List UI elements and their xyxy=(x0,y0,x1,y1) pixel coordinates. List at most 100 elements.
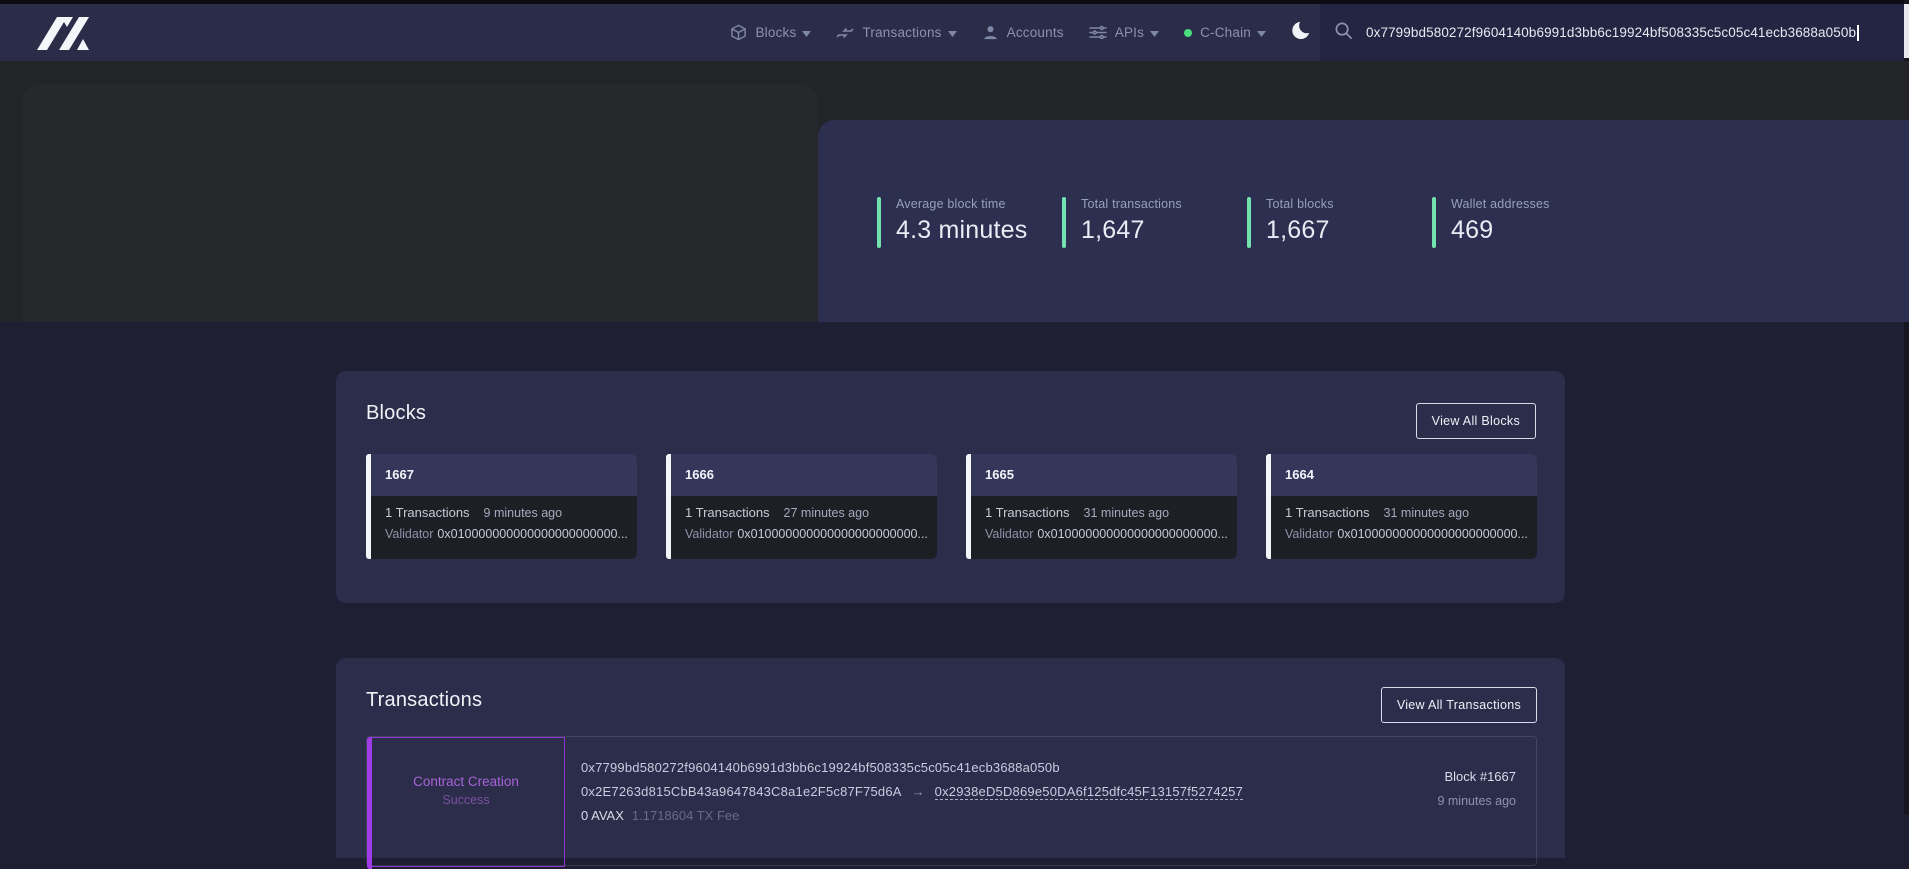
text-cursor xyxy=(1857,25,1859,41)
block-tx-count: 1 Transactions xyxy=(985,505,1070,520)
block-card-body: 1 Transactions 9 minutes ago Validator 0x0… xyxy=(366,496,637,559)
chevron-down-icon xyxy=(1150,31,1159,37)
transaction-hash-link[interactable]: 0x7799bd580272f9604140b6991d3bb6c19924bf… xyxy=(581,756,1243,780)
block-number-link[interactable]: 1666 xyxy=(666,454,937,496)
block-number-link[interactable]: 1664 xyxy=(1266,454,1537,496)
stat-accent-bar xyxy=(1432,197,1436,248)
nav-item-accounts[interactable]: Accounts xyxy=(982,24,1064,41)
chevron-down-icon xyxy=(1257,31,1266,37)
view-all-blocks-button[interactable]: View All Blocks xyxy=(1416,403,1536,439)
stat-item: Wallet addresses 469 xyxy=(1432,197,1617,248)
cube-icon xyxy=(730,24,747,41)
nav-menu: Blocks Transactions xyxy=(730,4,1312,61)
transaction-block-link[interactable]: Block #1667 xyxy=(1437,769,1516,784)
stat-label: Average block time xyxy=(896,197,1027,211)
nav-item-c-chain[interactable]: C-Chain xyxy=(1184,25,1266,40)
avalanche-logo[interactable] xyxy=(37,16,95,51)
transactions-title: Transactions xyxy=(366,689,482,712)
block-age: 27 minutes ago xyxy=(784,506,869,520)
navbar: Blocks Transactions xyxy=(0,4,1909,61)
stat-value: 469 xyxy=(1451,216,1550,245)
nav-item-transactions[interactable]: Transactions xyxy=(836,25,956,41)
view-all-transactions-button[interactable]: View All Transactions xyxy=(1381,687,1537,723)
sliders-icon xyxy=(1089,25,1107,40)
block-age: 31 minutes ago xyxy=(1084,506,1169,520)
block-card: 1664 1 Transactions 31 minutes ago Valida… xyxy=(1266,454,1537,559)
block-card-accent-bar xyxy=(666,454,671,559)
transactions-panel: Transactions View All Transactions Contr… xyxy=(336,658,1565,858)
nav-item-label: C-Chain xyxy=(1200,25,1251,40)
nav-item-label: Transactions xyxy=(862,25,941,40)
scrollbar-thumb[interactable] xyxy=(1904,4,1909,58)
search-icon xyxy=(1334,21,1353,45)
moon-icon xyxy=(1291,20,1312,46)
transaction-type: Contract Creation xyxy=(368,774,564,789)
nav-item-blocks[interactable]: Blocks xyxy=(730,24,811,41)
stat-label: Wallet addresses xyxy=(1451,197,1550,211)
transaction-accent-bar xyxy=(367,737,372,869)
to-address-link[interactable]: 0x2938eD5D869e50DA6f125dfc45F13157f52742… xyxy=(935,784,1243,800)
validator-hash[interactable]: 0x010000000000000000000000... xyxy=(1337,527,1527,541)
block-card-body: 1 Transactions 31 minutes ago Validator 0x… xyxy=(1266,496,1537,559)
blocks-panel: Blocks View All Blocks 1667 1 Transactio… xyxy=(336,371,1565,603)
validator-hash[interactable]: 0x010000000000000000000000... xyxy=(737,527,927,541)
block-tx-count: 1 Transactions xyxy=(685,505,770,520)
transaction-row: Contract Creation Success 0x7799bd580272… xyxy=(366,736,1537,866)
hero-section: Average block time 4.3 minutes Total tra… xyxy=(0,61,1909,322)
stat-item: Total transactions 1,647 xyxy=(1062,197,1247,248)
validator-hash[interactable]: 0x010000000000000000000000... xyxy=(437,527,627,541)
stat-value: 4.3 minutes xyxy=(896,216,1027,245)
stat-accent-bar xyxy=(877,197,881,248)
block-card-body: 1 Transactions 31 minutes ago Validator 0x… xyxy=(966,496,1237,559)
nav-item-label: Blocks xyxy=(755,25,796,40)
block-card-accent-bar xyxy=(966,454,971,559)
block-card-body: 1 Transactions 27 minutes ago Validator 0x… xyxy=(666,496,937,559)
block-card-accent-bar xyxy=(1266,454,1271,559)
block-tx-count: 1 Transactions xyxy=(385,505,470,520)
search-input[interactable]: 0x7799bd580272f9604140b6991d3bb6c19924bf… xyxy=(1366,25,1856,40)
theme-toggle[interactable] xyxy=(1291,20,1312,46)
validator-label: Validator xyxy=(1285,527,1333,541)
stats-panel: Average block time 4.3 minutes Total tra… xyxy=(818,120,1909,322)
block-cards-row: 1667 1 Transactions 9 minutes ago Validat… xyxy=(366,454,1537,559)
block-card-accent-bar xyxy=(366,454,371,559)
block-number-link[interactable]: 1665 xyxy=(966,454,1237,496)
chevron-down-icon xyxy=(948,31,957,37)
validator-label: Validator xyxy=(385,527,433,541)
transaction-details: 0x7799bd580272f9604140b6991d3bb6c19924bf… xyxy=(581,756,1243,828)
block-card: 1665 1 Transactions 31 minutes ago Valida… xyxy=(966,454,1237,559)
transaction-meta: Block #1667 9 minutes ago xyxy=(1437,769,1516,808)
transaction-status: Success xyxy=(368,793,564,807)
search-bar[interactable]: 0x7799bd580272f9604140b6991d3bb6c19924bf… xyxy=(1320,4,1904,61)
stat-label: Total transactions xyxy=(1081,197,1182,211)
block-age: 9 minutes ago xyxy=(484,506,563,520)
transaction-type-box: Contract Creation Success xyxy=(367,737,565,867)
transaction-age: 9 minutes ago xyxy=(1437,794,1516,808)
person-icon xyxy=(982,24,999,41)
hero-chart-placeholder xyxy=(22,84,818,322)
transaction-amount: 0 AVAX xyxy=(581,808,624,823)
swap-arrows-icon xyxy=(836,25,854,41)
nav-item-label: APIs xyxy=(1115,25,1144,40)
block-number-link[interactable]: 1667 xyxy=(366,454,637,496)
block-card: 1667 1 Transactions 9 minutes ago Validat… xyxy=(366,454,637,559)
validator-label: Validator xyxy=(685,527,733,541)
stat-item: Average block time 4.3 minutes xyxy=(877,197,1062,248)
stat-accent-bar xyxy=(1062,197,1066,248)
validator-label: Validator xyxy=(985,527,1033,541)
nav-item-apis[interactable]: APIs xyxy=(1089,25,1159,40)
arrow-right-icon: → xyxy=(912,784,925,799)
block-tx-count: 1 Transactions xyxy=(1285,505,1370,520)
stat-label: Total blocks xyxy=(1266,197,1334,211)
stats-row: Average block time 4.3 minutes Total tra… xyxy=(877,197,1617,248)
stat-value: 1,647 xyxy=(1081,216,1182,245)
validator-hash[interactable]: 0x010000000000000000000000... xyxy=(1037,527,1227,541)
from-address[interactable]: 0x2E7263d815CbB43a9647843C8a1e2F5c87F75d… xyxy=(581,784,902,799)
block-age: 31 minutes ago xyxy=(1384,506,1469,520)
chain-status-dot xyxy=(1184,29,1192,37)
stat-item: Total blocks 1,667 xyxy=(1247,197,1432,248)
nav-item-label: Accounts xyxy=(1007,25,1064,40)
stat-value: 1,667 xyxy=(1266,216,1334,245)
blocks-title: Blocks xyxy=(366,402,426,425)
transaction-fee: 1.1718604 TX Fee xyxy=(632,808,739,823)
